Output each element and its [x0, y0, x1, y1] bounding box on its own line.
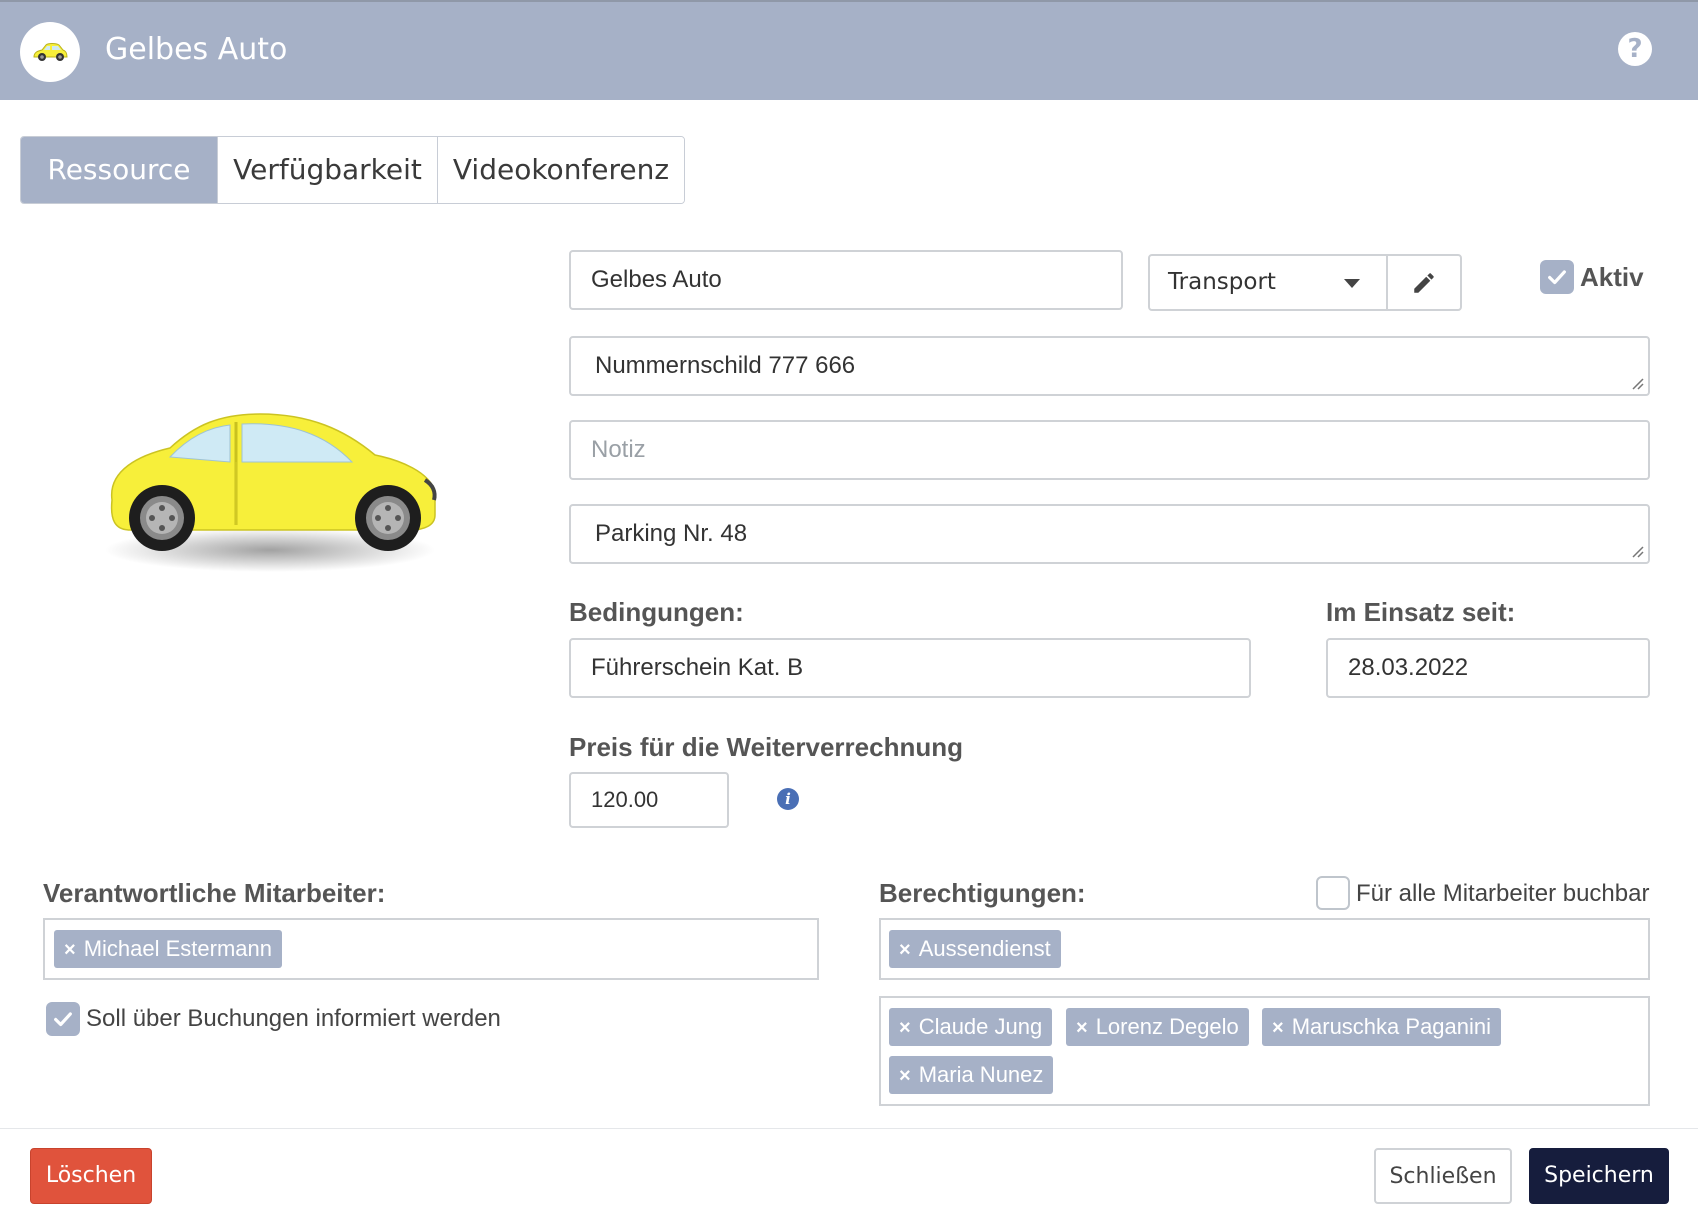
close-icon[interactable]: ×: [899, 1065, 911, 1087]
responsible-label: Verantwortliche Mitarbeiter:: [43, 878, 386, 908]
note-input[interactable]: Notiz: [569, 420, 1650, 480]
tab-ressource[interactable]: Ressource: [21, 137, 218, 203]
resource-name-input[interactable]: Gelbes Auto: [569, 250, 1123, 310]
chevron-down-icon: [1344, 279, 1360, 288]
notify-label: Soll über Buchungen informiert werden: [86, 1005, 501, 1032]
tab-verfuegbarkeit[interactable]: Verfügbarkeit: [218, 137, 438, 203]
delete-button[interactable]: Löschen: [30, 1148, 152, 1204]
dialog-header: Gelbes Auto ?: [0, 0, 1698, 100]
edit-category-button[interactable]: [1388, 256, 1460, 309]
check-icon: [54, 1012, 72, 1027]
tag-label: Aussendienst: [918, 936, 1051, 961]
tag-michael-estermann[interactable]: × Michael Estermann: [54, 930, 282, 968]
active-checkbox[interactable]: [1540, 260, 1574, 294]
tag-aussendienst[interactable]: × Aussendienst: [889, 930, 1061, 968]
close-icon[interactable]: ×: [899, 1017, 911, 1039]
in-use-date-value: 28.03.2022: [1348, 654, 1469, 681]
category-label: Transport: [1168, 269, 1276, 295]
tag-maruschka-paganini[interactable]: × Maruschka Paganini: [1262, 1008, 1502, 1046]
location-textarea[interactable]: Parking Nr. 48: [569, 504, 1650, 564]
price-input[interactable]: 120.00: [569, 772, 729, 828]
tag-label: Maria Nunez: [918, 1062, 1044, 1087]
permission-groups-tag-input[interactable]: × Aussendienst: [879, 918, 1650, 980]
tag-label: Michael Estermann: [83, 936, 272, 961]
tag-maria-nunez[interactable]: × Maria Nunez: [889, 1056, 1054, 1094]
location-value: Parking Nr. 48: [595, 520, 748, 547]
permission-people-tag-input[interactable]: × Claude Jung × Lorenz Degelo × Maruschka P…: [879, 996, 1650, 1106]
tab-bar: Ressource Verfügbarkeit Videokonferenz: [20, 136, 685, 204]
responsible-tag-input[interactable]: × Michael Estermann: [43, 918, 819, 980]
info-icon[interactable]: i: [777, 788, 799, 810]
price-label: Preis für die Weiterverrechnung: [569, 732, 963, 762]
resource-name-value: Gelbes Auto: [591, 266, 722, 293]
car-icon: [33, 43, 68, 61]
in-use-label: Im Einsatz seit:: [1326, 597, 1516, 627]
close-icon[interactable]: ×: [1272, 1017, 1284, 1039]
close-icon[interactable]: ×: [899, 939, 911, 961]
conditions-label: Bedingungen:: [569, 597, 744, 627]
all-bookable-label: Für alle Mitarbeiter buchbar: [1356, 880, 1650, 907]
tag-label: Lorenz Degelo: [1095, 1014, 1239, 1039]
tag-lorenz-degelo[interactable]: × Lorenz Degelo: [1066, 1008, 1249, 1046]
note-placeholder: Notiz: [591, 436, 646, 463]
tab-videokonferenz[interactable]: Videokonferenz: [438, 137, 684, 203]
check-icon: [1548, 270, 1566, 285]
tag-label: Maruschka Paganini: [1291, 1014, 1492, 1039]
tag-claude-jung[interactable]: × Claude Jung: [889, 1008, 1053, 1046]
active-label: Aktiv: [1580, 262, 1644, 292]
close-button[interactable]: Schließen: [1374, 1148, 1512, 1204]
question-circle-icon[interactable]: ?: [1618, 32, 1652, 66]
resource-avatar: [20, 22, 80, 82]
conditions-input[interactable]: Führerschein Kat. B: [569, 638, 1251, 698]
category-select-value[interactable]: Transport: [1150, 256, 1388, 309]
close-icon[interactable]: ×: [1076, 1017, 1088, 1039]
pencil-icon: [1414, 272, 1434, 293]
all-bookable-checkbox[interactable]: [1316, 876, 1350, 910]
permissions-label: Berechtigungen:: [879, 878, 1086, 908]
close-icon[interactable]: ×: [64, 939, 76, 961]
category-select[interactable]: Transport: [1148, 254, 1462, 311]
footer-divider: [0, 1128, 1698, 1129]
tag-label: Claude Jung: [918, 1014, 1043, 1039]
conditions-value: Führerschein Kat. B: [591, 654, 804, 681]
resize-handle-icon[interactable]: [1630, 544, 1644, 558]
dialog-title: Gelbes Auto: [105, 32, 288, 67]
in-use-date-input[interactable]: 28.03.2022: [1326, 638, 1650, 698]
resource-image[interactable]: [100, 400, 440, 580]
description-value: Nummernschild 777 666: [595, 352, 856, 379]
notify-checkbox[interactable]: [46, 1002, 80, 1036]
price-value: 120.00: [591, 787, 659, 812]
resize-handle-icon[interactable]: [1630, 376, 1644, 390]
description-textarea[interactable]: Nummernschild 777 666: [569, 336, 1650, 396]
save-button[interactable]: Speichern: [1529, 1148, 1669, 1204]
